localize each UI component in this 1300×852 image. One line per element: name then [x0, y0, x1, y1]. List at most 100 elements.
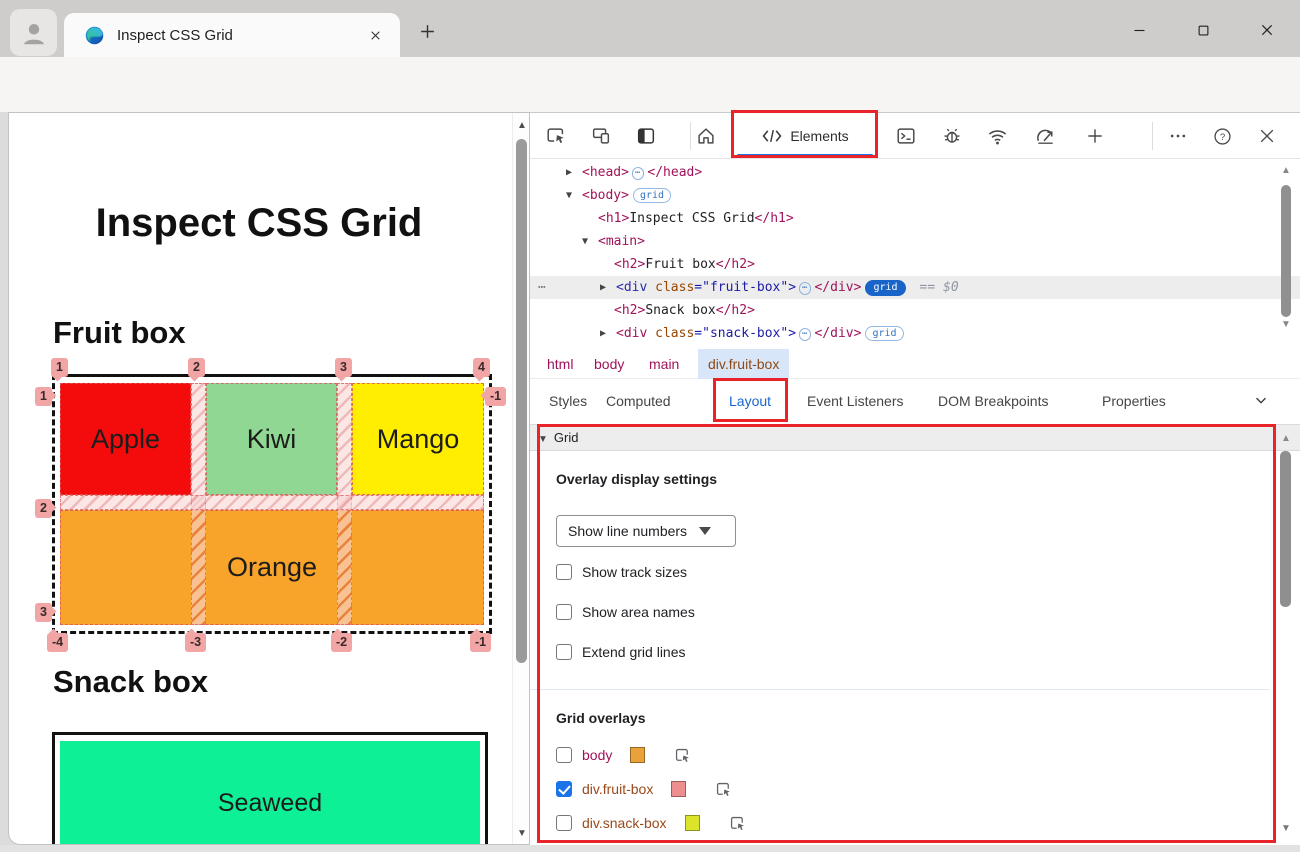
grid-line-badge: 1 [51, 358, 68, 377]
dom-scroll-down-icon[interactable]: ▼ [1279, 319, 1293, 330]
dom-node-snack-box[interactable]: ▶ <div class="snack-box"> ⋯ </div> grid [530, 322, 1300, 345]
performance-button[interactable] [1033, 124, 1057, 148]
panel-scrollbar-thumb[interactable] [1280, 451, 1291, 607]
collapsed-content-icon[interactable]: ⋯ [799, 328, 812, 341]
window-close-button[interactable] [1245, 16, 1289, 44]
help-button[interactable]: ? [1210, 124, 1234, 148]
dom-node-main[interactable]: ▼ <main> [530, 230, 1300, 253]
inspect-element-button[interactable] [544, 124, 568, 148]
new-tab-button[interactable] [414, 18, 440, 44]
dom-scrollbar-thumb[interactable] [1281, 185, 1291, 317]
grid-overlays-title: Grid overlays [556, 710, 646, 726]
checkbox[interactable] [556, 564, 572, 580]
dom-node-h1[interactable]: <h1>Inspect CSS Grid</h1> [530, 207, 1300, 230]
show-overlay-icon[interactable] [714, 780, 733, 799]
option-show-track-sizes[interactable]: Show track sizes [556, 563, 687, 581]
code-brackets-icon [762, 129, 782, 143]
help-icon: ? [1213, 127, 1231, 145]
panel-left-icon [637, 128, 655, 144]
show-overlay-icon[interactable] [728, 814, 747, 833]
tab-dom-breakpoints[interactable]: DOM Breakpoints [938, 379, 1048, 424]
webpage-viewport: Inspect CSS Grid Fruit box Apple Kiwi Ma… [8, 112, 530, 845]
overlay-row-body[interactable]: body [556, 746, 692, 764]
device-emulation-button[interactable] [589, 124, 613, 148]
breadcrumb-selected[interactable]: div.fruit-box [698, 349, 790, 379]
browser-tab[interactable]: Inspect CSS Grid [64, 13, 400, 57]
dom-node-head[interactable]: ▶ <head> ⋯ </head> [530, 161, 1300, 184]
grid-section-header[interactable]: ▼ Grid [530, 424, 1300, 451]
breadcrumb-html[interactable]: html [547, 349, 573, 379]
minimize-icon [1134, 29, 1144, 31]
more-tools-button[interactable] [1083, 124, 1107, 148]
dom-node-h2-snack[interactable]: <h2>Snack box</h2> [530, 299, 1300, 322]
profile-avatar[interactable] [10, 9, 57, 56]
grid-badge[interactable]: grid [632, 188, 672, 203]
collapse-icon[interactable]: ▼ [582, 230, 588, 253]
network-button[interactable] [985, 124, 1009, 148]
overlay-row-fruit-box[interactable]: div.fruit-box [556, 780, 733, 798]
grid-line-badge: -4 [47, 633, 69, 652]
checkbox[interactable] [556, 644, 572, 660]
checkbox-checked[interactable] [556, 781, 572, 797]
console-reference: == $0 [919, 280, 959, 295]
scroll-down-icon[interactable]: ▼ [516, 828, 528, 839]
close-icon [1261, 24, 1273, 36]
grid-line-badge: 1 [35, 387, 52, 406]
tab-event-listeners[interactable]: Event Listeners [807, 379, 904, 424]
breadcrumb-body[interactable]: body [594, 349, 624, 379]
devtools-options-button[interactable] [1166, 124, 1190, 148]
page-scrollbar-thumb[interactable] [516, 139, 527, 663]
grid-badge-active[interactable]: grid [865, 280, 906, 296]
overlay-color-swatch[interactable] [630, 747, 646, 763]
overlay-color-swatch[interactable] [684, 815, 700, 831]
svg-text:?: ? [1219, 132, 1224, 143]
show-overlay-icon[interactable] [673, 746, 692, 765]
expand-icon[interactable]: ▶ [600, 322, 606, 345]
tab-close-button[interactable] [366, 26, 384, 44]
wifi-icon [988, 129, 1006, 144]
tab-styles[interactable]: Styles [549, 379, 587, 424]
scroll-up-icon[interactable]: ▲ [516, 120, 528, 131]
expand-icon[interactable]: ▶ [600, 276, 606, 299]
collapsed-content-icon[interactable]: ⋯ [631, 167, 645, 180]
close-devtools-button[interactable] [1255, 124, 1279, 148]
dom-scroll-up-icon[interactable]: ▲ [1279, 165, 1293, 176]
chevron-down-icon[interactable] [1252, 391, 1270, 409]
dom-tree: ▶ <head> ⋯ </head> ▼ <body> grid <h1>Inspec… [530, 159, 1300, 349]
collapse-icon[interactable]: ▼ [566, 184, 572, 207]
dom-node-fruit-box-selected[interactable]: ⋯ ▶ <div class="fruit-box"> ⋯ </div> grid ==… [530, 276, 1300, 299]
welcome-home-button[interactable] [694, 124, 718, 148]
tab-computed[interactable]: Computed [606, 379, 671, 424]
tab-layout[interactable]: Layout [729, 379, 771, 424]
snack-box-heading: Snack box [53, 664, 209, 699]
dom-node-h2-fruit[interactable]: <h2>Fruit box</h2> [530, 253, 1300, 276]
gauge-icon [1036, 129, 1053, 144]
window-minimize-button[interactable] [1117, 16, 1161, 44]
checkbox[interactable] [556, 747, 572, 763]
page-scrollbar[interactable]: ▲ ▼ [512, 113, 529, 844]
collapsed-content-icon[interactable]: ⋯ [799, 282, 812, 295]
expand-icon[interactable]: ▶ [566, 161, 572, 184]
window-maximize-button[interactable] [1181, 16, 1225, 44]
checkbox-label: Extend grid lines [582, 644, 686, 660]
node-menu-dots[interactable]: ⋯ [538, 276, 547, 299]
console-button[interactable] [894, 124, 918, 148]
overlay-color-swatch[interactable] [671, 781, 687, 797]
tab-elements[interactable]: Elements [735, 113, 875, 159]
option-show-area-names[interactable]: Show area names [556, 603, 695, 621]
line-numbers-dropdown[interactable]: Show line numbers [556, 515, 736, 547]
plus-icon [420, 24, 434, 38]
panel-scroll-down-icon[interactable]: ▼ [1279, 823, 1293, 834]
grid-cell-apple: Apple [60, 383, 191, 495]
overlay-row-snack-box[interactable]: div.snack-box [556, 814, 747, 832]
checkbox[interactable] [556, 604, 572, 620]
tab-properties[interactable]: Properties [1102, 379, 1166, 424]
panel-scroll-up-icon[interactable]: ▲ [1279, 433, 1293, 444]
option-extend-grid-lines[interactable]: Extend grid lines [556, 643, 686, 661]
grid-badge[interactable]: grid [865, 326, 904, 341]
checkbox[interactable] [556, 815, 572, 831]
dom-node-body[interactable]: ▼ <body> grid [530, 184, 1300, 207]
breadcrumb-main[interactable]: main [649, 349, 679, 379]
activity-bar-toggle-button[interactable] [634, 124, 658, 148]
debugger-button[interactable] [940, 124, 964, 148]
